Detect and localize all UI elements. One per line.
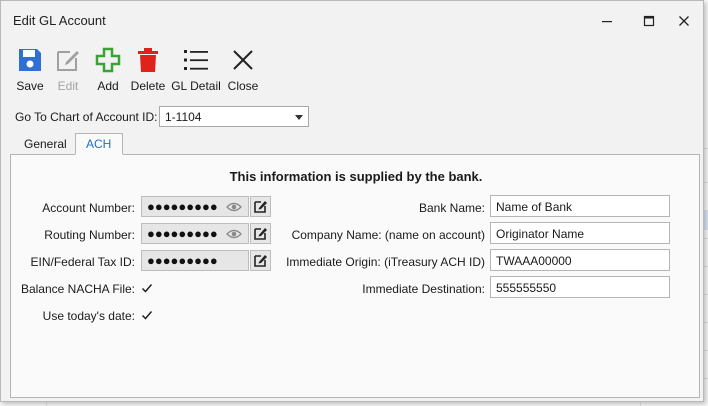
- checkmark-icon: [141, 311, 153, 320]
- window-title: Edit GL Account: [13, 13, 106, 28]
- edit-icon: [254, 228, 267, 240]
- immediate-destination-value: 555555550: [496, 281, 557, 295]
- gl-detail-button[interactable]: GL Detail: [170, 47, 222, 93]
- edit-icon: [57, 51, 79, 71]
- close-icon: [679, 16, 689, 26]
- edit-icon: [254, 255, 267, 267]
- minimize-icon: [602, 21, 612, 23]
- window-close-button[interactable]: [670, 9, 698, 33]
- title-bar: Edit GL Account: [1, 1, 703, 41]
- edit-icon: [254, 201, 267, 213]
- trash-icon: [138, 48, 158, 72]
- edit-account-number-button[interactable]: [250, 196, 271, 217]
- ach-panel: This information is supplied by the bank…: [10, 154, 700, 398]
- list-icon: [184, 50, 208, 70]
- delete-button[interactable]: Delete: [126, 47, 170, 93]
- use-today-label: Use today's date:: [42, 309, 135, 323]
- close-button[interactable]: Close: [221, 47, 265, 93]
- close-label: Close: [227, 79, 259, 93]
- routing-number-label: Routing Number:: [44, 228, 135, 242]
- account-number-field[interactable]: ●●●●●●●●●: [141, 196, 249, 217]
- immediate-origin-label: Immediate Origin: (iTreasury ACH ID): [286, 255, 485, 269]
- bank-name-input[interactable]: Name of Bank: [490, 195, 670, 217]
- immediate-origin-value: TWAAA00000: [496, 254, 572, 268]
- balance-nacha-label: Balance NACHA File:: [20, 282, 135, 296]
- eye-icon[interactable]: [226, 228, 242, 240]
- gl-detail-label: GL Detail: [171, 79, 221, 93]
- ein-label: EIN/Federal Tax ID:: [30, 255, 135, 269]
- maximize-button[interactable]: [635, 9, 663, 33]
- add-icon: [95, 47, 121, 73]
- add-label: Add: [97, 79, 119, 93]
- minimize-button[interactable]: [593, 9, 621, 33]
- bank-name-value: Name of Bank: [496, 200, 573, 214]
- ach-heading: This information is supplied by the bank…: [229, 169, 483, 184]
- immediate-destination-label: Immediate Destination:: [362, 282, 485, 296]
- close-x-icon: [233, 50, 253, 70]
- edit-label: Edit: [57, 79, 79, 93]
- edit-gl-account-dialog: Edit GL Account Save Edit Add Delete GL …: [0, 0, 704, 402]
- balance-nacha-checkbox[interactable]: [141, 282, 153, 294]
- immediate-destination-input[interactable]: 555555550: [490, 276, 670, 298]
- account-number-value: ●●●●●●●●●: [147, 199, 218, 214]
- goto-account-select[interactable]: 1-1104: [159, 106, 309, 127]
- add-button[interactable]: Add: [86, 47, 130, 93]
- goto-account-label: Go To Chart of Account ID:: [15, 110, 158, 124]
- ein-value: ●●●●●●●●●: [147, 253, 218, 268]
- edit-routing-number-button[interactable]: [250, 223, 271, 244]
- eye-icon[interactable]: [226, 201, 242, 213]
- company-name-input[interactable]: Originator Name: [490, 222, 670, 244]
- tab-general[interactable]: General: [13, 133, 75, 155]
- checkmark-icon: [141, 284, 153, 293]
- immediate-origin-input[interactable]: TWAAA00000: [490, 249, 670, 271]
- edit-button[interactable]: Edit: [46, 47, 90, 93]
- edit-ein-button[interactable]: [250, 250, 271, 271]
- company-name-value: Originator Name: [496, 227, 585, 241]
- chevron-down-icon: [295, 115, 303, 120]
- ein-field[interactable]: ●●●●●●●●●: [141, 250, 249, 271]
- company-name-label: Company Name: (name on account): [291, 228, 485, 242]
- use-today-checkbox[interactable]: [141, 309, 153, 321]
- bank-name-label: Bank Name:: [418, 201, 485, 215]
- tab-ach[interactable]: ACH: [75, 133, 123, 155]
- save-icon: [19, 49, 41, 71]
- delete-label: Delete: [130, 79, 166, 93]
- routing-number-value: ●●●●●●●●●: [147, 226, 218, 241]
- goto-account-value: 1-1104: [165, 110, 202, 124]
- routing-number-field[interactable]: ●●●●●●●●●: [141, 223, 249, 244]
- account-number-label: Account Number:: [42, 201, 135, 215]
- maximize-icon: [643, 15, 655, 27]
